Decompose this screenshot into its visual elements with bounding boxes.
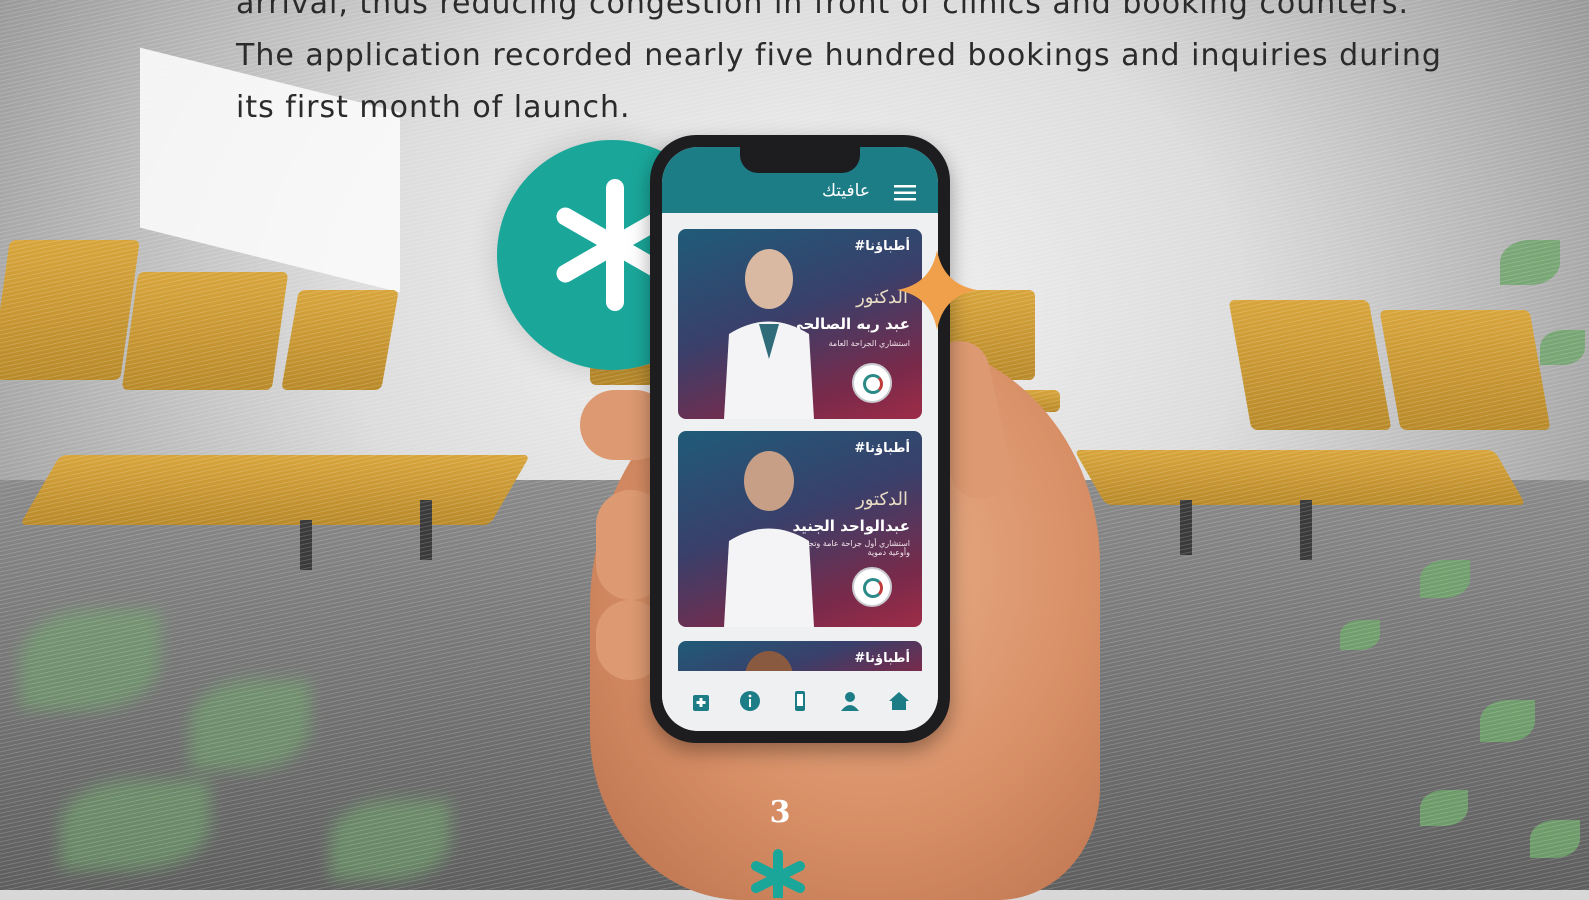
page-number: 3 <box>769 795 791 830</box>
home-icon[interactable] <box>887 689 911 713</box>
sparkle-icon <box>897 250 977 330</box>
hamburger-menu-icon[interactable] <box>894 185 916 201</box>
app-title: عافيتك <box>821 181 870 201</box>
doctor-photo <box>724 451 814 627</box>
hospital-seal-icon <box>852 363 892 403</box>
phone-icon[interactable] <box>788 689 812 713</box>
asterisk-logo-icon <box>751 849 805 898</box>
doctor-title-calligraphy: الدكتور <box>856 489 908 510</box>
card-hashtag: #أطباؤنا <box>854 651 910 666</box>
hospital-seal-icon <box>852 567 892 607</box>
info-icon[interactable] <box>738 689 762 713</box>
bottom-navigation <box>662 671 938 731</box>
user-icon[interactable] <box>838 689 862 713</box>
article-line: The application recorded nearly five hun… <box>236 38 1442 73</box>
hospital-icon[interactable] <box>689 689 713 713</box>
card-hashtag: #أطباؤنا <box>854 441 910 456</box>
article-text: arrival, thus reducing congestion in fro… <box>236 0 1486 134</box>
doctor-photo <box>724 249 814 419</box>
phone-notch <box>740 147 860 173</box>
article-line: arrival, thus reducing congestion in fro… <box>236 0 1410 21</box>
phone-screen: عافيتك #أطباؤنا الدكتور عبد ربه الصالحي … <box>662 147 938 731</box>
smartphone: عافيتك #أطباؤنا الدكتور عبد ربه الصالحي … <box>650 135 950 743</box>
doctor-card[interactable]: #أطباؤنا الدكتور عبد ربه الصالحي استشاري… <box>678 229 922 419</box>
doctor-card[interactable]: #أطباؤنا الدكتور عبدالواحد الجنيد استشار… <box>678 431 922 627</box>
article-line: its first month of launch. <box>236 90 631 125</box>
